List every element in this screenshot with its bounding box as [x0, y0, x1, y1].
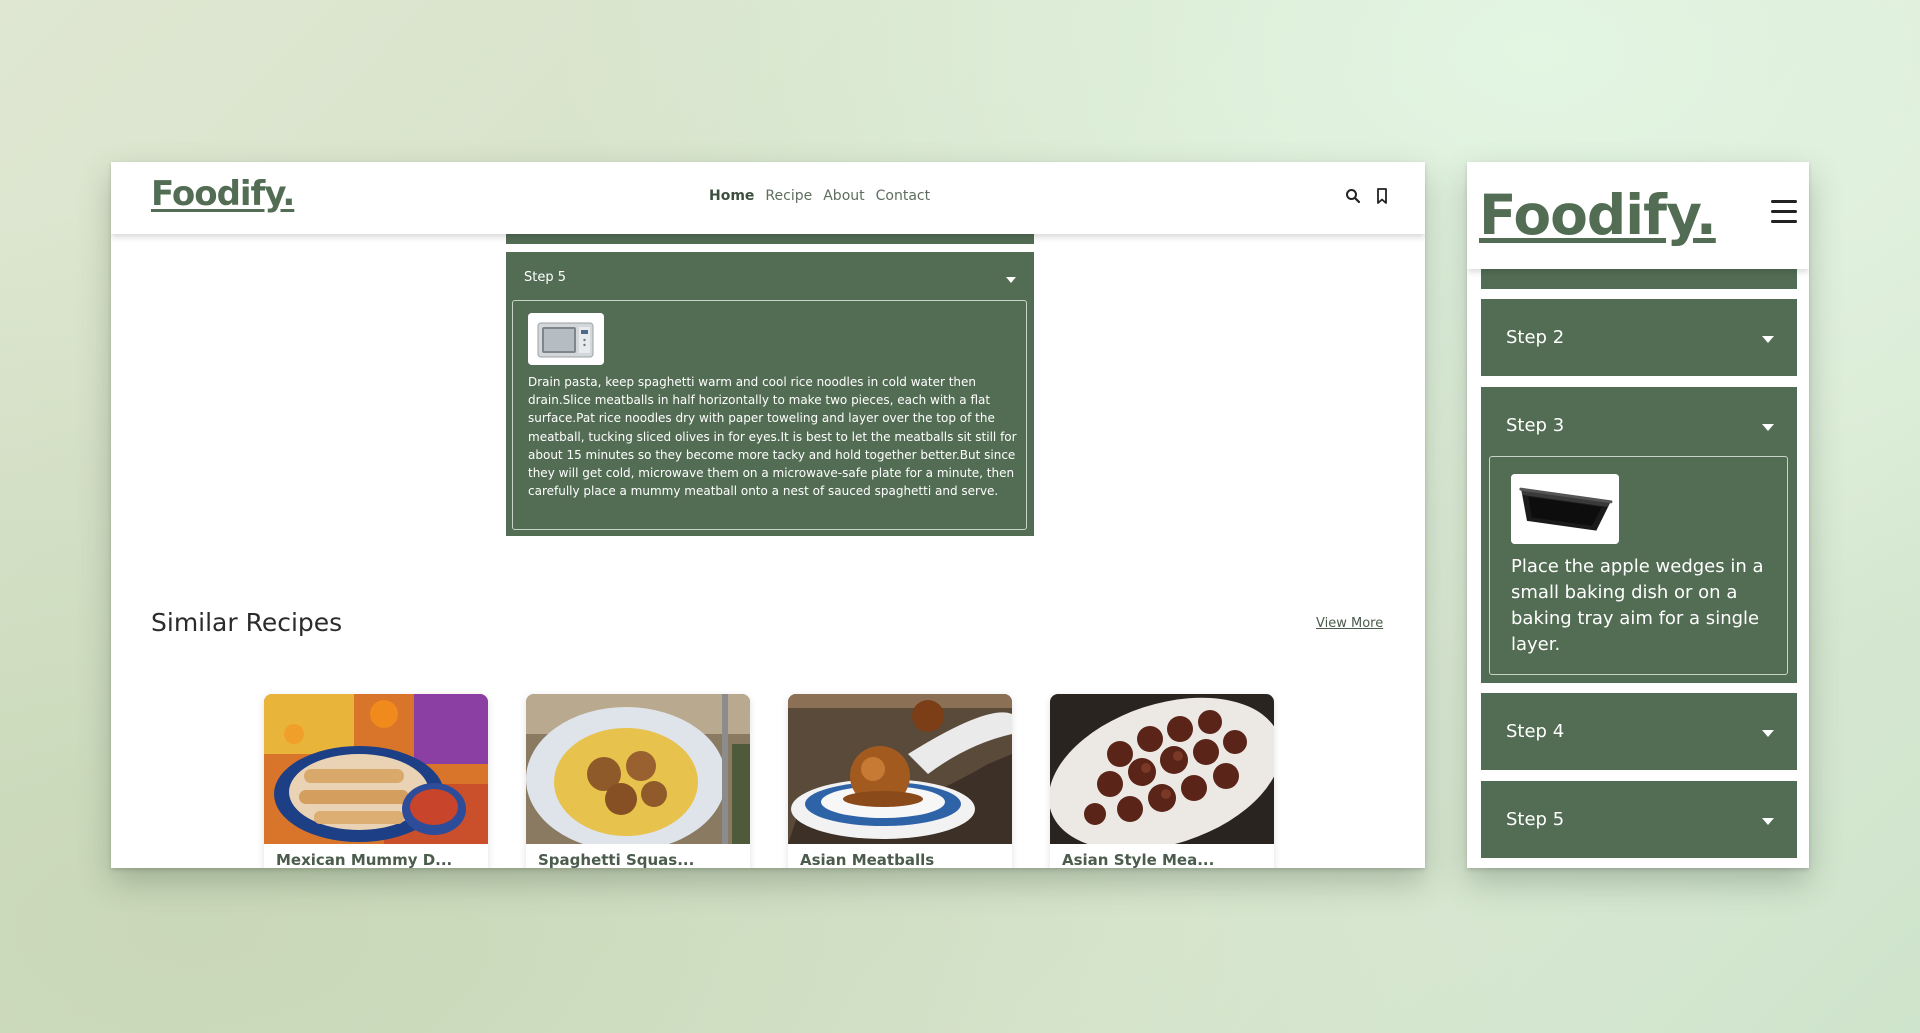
main-nav: Home Recipe About Contact — [709, 188, 930, 204]
previous-step-panel — [1481, 269, 1797, 289]
hamburger-menu-icon[interactable] — [1771, 200, 1797, 224]
mobile-header: Foodify. — [1467, 162, 1809, 269]
view-more-link[interactable]: View More — [1316, 616, 1383, 631]
site-logo[interactable]: Foodify. — [151, 174, 295, 214]
desktop-window: Foodify. Home Recipe About Contact Step … — [111, 162, 1425, 868]
step-accordion[interactable]: Step 5 — [1481, 781, 1797, 858]
recipe-card-image — [264, 694, 488, 844]
step-description: Drain pasta, keep spaghetti warm and coo… — [528, 375, 1017, 499]
recipe-card[interactable]: Asian Style Mea... — [1050, 694, 1274, 868]
nav-recipe[interactable]: Recipe — [765, 188, 812, 204]
recipe-card-image — [788, 694, 1012, 844]
search-icon[interactable] — [1344, 187, 1362, 205]
recipe-card-image — [1050, 694, 1274, 851]
previous-step-panel — [506, 234, 1034, 244]
nav-contact[interactable]: Contact — [876, 188, 930, 204]
step-accordion-label[interactable]: Step 3 — [1506, 415, 1564, 436]
step-accordion[interactable]: Step 4 — [1481, 693, 1797, 770]
caret-down-icon[interactable] — [1762, 730, 1774, 737]
recipe-card-title: Spaghetti Squas... — [538, 851, 695, 868]
step-description: Place the apple wedges in a small baking… — [1511, 556, 1764, 655]
nav-home[interactable]: Home — [709, 188, 754, 204]
recipe-card-image — [526, 694, 750, 851]
recipe-card[interactable]: Spaghetti Squas... — [526, 694, 750, 868]
mobile-window: Foodify. Step 2 Step 3 Place the apple w… — [1467, 162, 1809, 868]
step-accordion-open: Step 3 Place the apple wedges in a small… — [1481, 387, 1797, 683]
recipe-card-title: Mexican Mummy D... — [276, 851, 453, 868]
step-accordion-label[interactable]: Step 5 — [524, 270, 566, 285]
caret-down-icon[interactable] — [1762, 818, 1774, 825]
step-content: Place the apple wedges in a small baking… — [1489, 456, 1788, 675]
microwave-image — [528, 313, 604, 365]
site-header: Foodify. Home Recipe About Contact — [111, 162, 1425, 234]
site-logo[interactable]: Foodify. — [1479, 183, 1717, 247]
step-accordion-open: Step 5 Drain pasta, keep spaghetti warm … — [506, 252, 1034, 536]
step-accordion-label: Step 2 — [1506, 327, 1565, 348]
caret-down-icon[interactable] — [1762, 336, 1774, 343]
step-accordion[interactable]: Step 2 — [1481, 299, 1797, 376]
recipe-card-title: Asian Meatballs — [800, 851, 935, 868]
caret-down-icon[interactable] — [1762, 424, 1774, 431]
step-accordion-label: Step 5 — [1506, 809, 1565, 830]
bookmark-icon[interactable] — [1373, 187, 1391, 205]
nav-about[interactable]: About — [823, 188, 864, 204]
step-accordion-label: Step 4 — [1506, 721, 1565, 742]
similar-recipes-heading: Similar Recipes — [151, 608, 343, 637]
recipe-card-title: Asian Style Mea... — [1062, 851, 1215, 868]
baking-tray-image — [1511, 474, 1619, 544]
recipe-card[interactable]: Mexican Mummy D... — [264, 694, 488, 868]
caret-down-icon[interactable] — [1006, 277, 1016, 283]
recipe-card[interactable]: Asian Meatballs — [788, 694, 1012, 868]
step-content: Drain pasta, keep spaghetti warm and coo… — [512, 300, 1027, 530]
